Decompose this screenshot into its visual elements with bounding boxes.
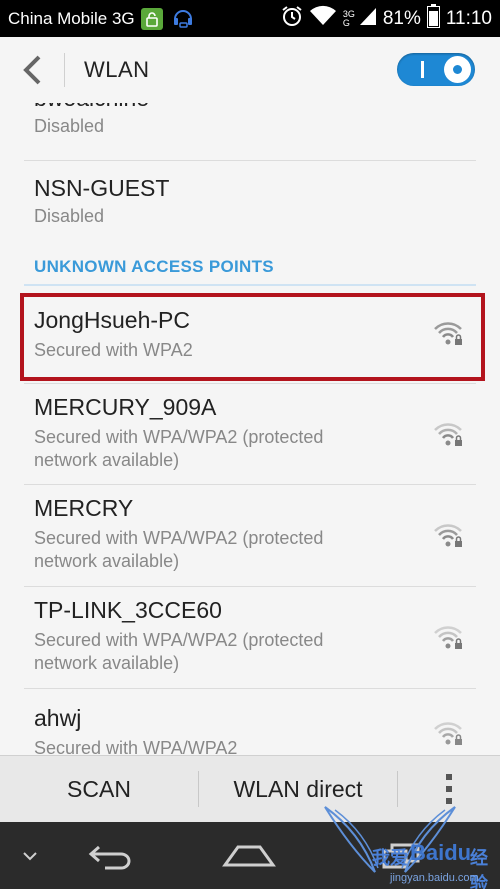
network-status-line2: network available) bbox=[34, 551, 180, 571]
back-arrow-icon bbox=[88, 845, 131, 869]
network-status-line2: network available) bbox=[34, 450, 180, 470]
wlan-toggle[interactable] bbox=[397, 53, 475, 86]
wifi-locked-icon bbox=[434, 626, 462, 649]
section-header-unknown: UNKNOWN ACCESS POINTS bbox=[34, 257, 274, 276]
section-header-line bbox=[24, 284, 476, 286]
network-item-saved[interactable]: NSN-GUEST Disabled bbox=[0, 161, 500, 251]
carrier-name: China Mobile 3G bbox=[8, 8, 135, 28]
network-ssid: MERCURY_909A bbox=[34, 394, 217, 420]
watermark-url: jingyan.baidu.com bbox=[390, 872, 479, 884]
network-ssid: MERCRY bbox=[34, 495, 134, 521]
wifi-locked-icon bbox=[434, 524, 462, 547]
action-bar: WLAN bbox=[0, 37, 500, 103]
watermark-cn: 我爱 bbox=[372, 848, 408, 868]
more-vertical-icon bbox=[446, 774, 452, 804]
network-status: Disabled bbox=[34, 116, 105, 136]
hide-navbar-button[interactable] bbox=[10, 822, 50, 889]
wifi-status-icon bbox=[309, 5, 337, 33]
navigation-bar: 我爱 Baidu 经验 jingyan.baidu.com bbox=[0, 806, 500, 889]
network-ssid: bwoaichine bbox=[34, 103, 149, 112]
chevron-down-icon bbox=[23, 851, 37, 860]
watermark: 我爱 Baidu 经验 jingyan.baidu.com bbox=[270, 806, 500, 889]
toggle-on-mark bbox=[421, 61, 424, 78]
battery-percent: 81% bbox=[382, 7, 421, 29]
network-ssid: ahwj bbox=[34, 705, 82, 731]
network-ssid: NSN-GUEST bbox=[34, 175, 170, 201]
action-bar-divider bbox=[64, 53, 65, 87]
back-button[interactable] bbox=[0, 37, 64, 103]
network-item-saved[interactable]: bwoaichine Disabled bbox=[0, 103, 500, 160]
security-app-icon bbox=[140, 7, 163, 30]
network-status: Secured with WPA/WPA2 (protected bbox=[34, 427, 324, 447]
cell-signal-icon bbox=[359, 6, 377, 32]
highlight-box bbox=[20, 293, 485, 381]
headset-notification-icon bbox=[171, 5, 195, 33]
wifi-locked-icon bbox=[434, 722, 462, 745]
network-status: Secured with WPA/WPA2 (protected bbox=[34, 528, 324, 548]
network-status: Disabled bbox=[34, 206, 105, 226]
network-type: 3G G bbox=[342, 9, 355, 28]
alarm-icon bbox=[281, 5, 303, 33]
network-item-tp-link-3cce60[interactable]: TP-LINK_3CCE60 Secured with WPA/WPA2 (pr… bbox=[0, 587, 500, 688]
network-status: Secured with WPA/WPA2 (protected bbox=[34, 630, 324, 650]
scan-button[interactable]: SCAN bbox=[0, 756, 198, 823]
toggle-knob bbox=[444, 56, 471, 83]
page-title: WLAN bbox=[84, 57, 150, 82]
network-list[interactable]: bwoaichine Disabled NSN-GUEST Disabled U… bbox=[0, 103, 500, 755]
network-status: Secured with WPA/WPA2 bbox=[34, 738, 238, 755]
battery-icon bbox=[426, 3, 440, 34]
home-icon bbox=[222, 845, 276, 866]
network-type-bottom: G bbox=[342, 17, 350, 28]
back-nav-button[interactable] bbox=[80, 822, 140, 889]
watermark-brand: Baidu bbox=[410, 840, 472, 865]
clock: 11:10 bbox=[445, 7, 492, 29]
wifi-locked-icon bbox=[434, 423, 462, 446]
network-item-mercury-909a[interactable]: MERCURY_909A Secured with WPA/WPA2 (prot… bbox=[0, 384, 500, 484]
network-ssid: TP-LINK_3CCE60 bbox=[34, 597, 222, 623]
network-item-mercry[interactable]: MERCRY Secured with WPA/WPA2 (protected … bbox=[0, 485, 500, 586]
network-item-ahwj[interactable]: ahwj Secured with WPA/WPA2 bbox=[0, 689, 500, 755]
status-bar: China Mobile 3G 3G G 81% 11:10 bbox=[0, 0, 500, 37]
network-status-line2: network available) bbox=[34, 653, 180, 673]
chevron-left-icon bbox=[23, 55, 41, 85]
